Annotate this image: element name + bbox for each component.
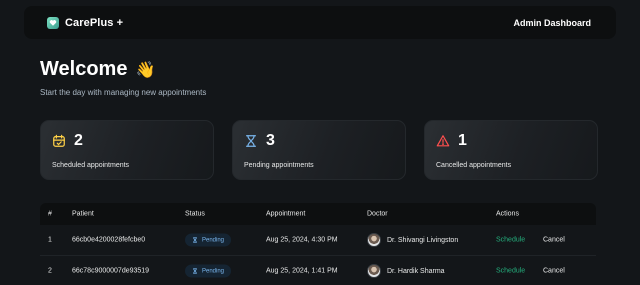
alert-triangle-icon <box>436 135 450 147</box>
patient-name: 66cb0e4200028fefcbe0 <box>72 236 146 244</box>
welcome-heading: Welcome 👋 <box>40 58 155 81</box>
schedule-button[interactable]: Schedule <box>496 237 525 244</box>
stat-card-cancelled: 1 Cancelled appointments <box>424 120 598 180</box>
row-number: 2 <box>48 267 52 275</box>
column-header-patient: Patient <box>72 210 94 218</box>
scheduled-label: Scheduled appointments <box>52 162 130 169</box>
row-number: 1 <box>48 236 52 244</box>
status-label: Pending <box>202 268 225 274</box>
pending-label: Pending appointments <box>244 162 314 169</box>
appointment-date: Aug 25, 2024, 1:41 PM <box>266 267 338 275</box>
doctor-name: Dr. Hardik Sharma <box>387 267 445 275</box>
doctor-cell: Dr. Hardik Sharma <box>367 264 445 278</box>
doctor-name: Dr. Shivangi Livingston <box>387 236 459 244</box>
page-subtitle: Start the day with managing new appointm… <box>40 88 207 97</box>
column-header-appointment: Appointment <box>266 210 306 218</box>
brand-name: CarePlus + <box>65 16 124 29</box>
doctor-avatar <box>367 264 381 278</box>
waving-hand-icon: 👋 <box>135 61 156 79</box>
hourglass-icon <box>246 135 256 147</box>
cancelled-label: Cancelled appointments <box>436 162 512 169</box>
appointment-date: Aug 25, 2024, 4:30 PM <box>266 236 338 244</box>
heart-logo-icon <box>47 16 59 29</box>
column-header-doctor: Doctor <box>367 210 388 218</box>
hourglass-icon <box>193 237 197 243</box>
column-header-status: Status <box>185 210 205 218</box>
scheduled-count: 2 <box>74 132 83 149</box>
status-label: Pending <box>202 237 225 243</box>
cancel-button[interactable]: Cancel <box>543 237 565 244</box>
doctor-avatar <box>367 233 381 247</box>
stat-card-pending: 3 Pending appointments <box>232 120 406 180</box>
patient-name: 66c78c9000007de93519 <box>72 267 150 275</box>
hourglass-icon <box>193 268 197 274</box>
cancelled-count: 1 <box>458 132 467 149</box>
appointments-table: # Patient Status Appointment Doctor Acti… <box>40 203 596 285</box>
column-header-actions: Actions <box>496 210 519 218</box>
table-header: # Patient Status Appointment Doctor Acti… <box>40 203 596 225</box>
table-row: 1 66cb0e4200028fefcbe0 Pending Aug 25, 2… <box>40 225 596 256</box>
top-navbar: CarePlus + Admin Dashboard <box>24 6 616 39</box>
admin-dashboard-label: Admin Dashboard <box>513 17 591 28</box>
cancel-button[interactable]: Cancel <box>543 268 565 275</box>
column-header-number: # <box>48 210 52 218</box>
pending-count: 3 <box>266 132 275 149</box>
status-badge: Pending <box>185 264 232 278</box>
calendar-icon <box>53 134 65 147</box>
doctor-cell: Dr. Shivangi Livingston <box>367 233 458 247</box>
table-row: 2 66c78c9000007de93519 Pending Aug 25, 2… <box>40 256 596 285</box>
schedule-button[interactable]: Schedule <box>496 268 525 275</box>
status-badge: Pending <box>185 233 232 247</box>
brand-logo-link[interactable]: CarePlus + <box>47 16 124 29</box>
page-title: Welcome <box>40 58 128 80</box>
stat-card-scheduled: 2 Scheduled appointments <box>40 120 214 180</box>
